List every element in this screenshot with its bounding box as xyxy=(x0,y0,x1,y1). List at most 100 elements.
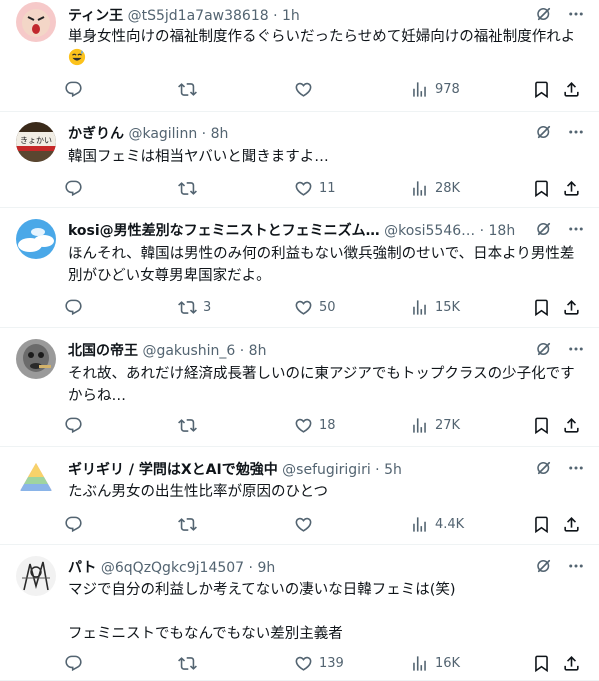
bookmark-button[interactable] xyxy=(532,414,551,436)
bookmark-icon xyxy=(532,416,551,435)
tweet-card[interactable]: ギリギリ / 学問はXとAIで勉強中 @sefugirigiri · 5h たぶん… xyxy=(0,447,599,545)
bookmark-icon xyxy=(532,298,551,317)
retweet-button[interactable] xyxy=(178,78,203,100)
tweet-card[interactable]: kosi@男性差別なフェミニストとフェミニズム… @kosi5546… · 18… xyxy=(0,208,599,328)
reply-button[interactable] xyxy=(64,177,89,199)
more-icon[interactable] xyxy=(567,5,585,27)
tweet-card[interactable]: パト @6qQzQgkc9j14507 · 9h マジで自分の利益しか考えてないの… xyxy=(0,545,599,681)
views-button[interactable]: 978 xyxy=(410,78,460,100)
more-icon[interactable] xyxy=(567,459,585,481)
like-button[interactable] xyxy=(294,513,319,535)
grok-icon[interactable] xyxy=(535,5,553,27)
views-icon xyxy=(410,515,429,534)
display-name[interactable]: パト xyxy=(68,560,96,576)
reply-button[interactable] xyxy=(64,414,89,436)
grok-icon[interactable] xyxy=(535,220,553,242)
avatar[interactable] xyxy=(16,2,56,42)
tweet-text: ほんそれ、韓国は男性のみ何の利益もない徴兵強制のせいで、日本より男性差別がひどい… xyxy=(68,246,575,284)
retweet-button[interactable]: 3 xyxy=(178,296,211,318)
avatar[interactable]: きょかい xyxy=(16,122,56,162)
avatar[interactable] xyxy=(16,219,56,259)
more-icon[interactable] xyxy=(567,557,585,579)
tweet-card[interactable]: ティン王 @tS5jd1a7aw38618 · 1h 単身女性向けの福祉制度作るぐ… xyxy=(0,0,599,112)
views-button[interactable]: 15K xyxy=(410,296,460,318)
tweet-card[interactable]: 北国の帝王 @gakushin_6 · 8h それ故、あれだけ経済成長著しいのに東… xyxy=(0,328,599,447)
tweet-text-container: ほんそれ、韓国は男性のみ何の利益もない徴兵強制のせいで、日本より男性差別がひどい… xyxy=(68,243,581,287)
bookmark-button[interactable] xyxy=(532,652,551,674)
share-button[interactable] xyxy=(562,652,581,674)
display-name[interactable]: kosi@男性差別なフェミニストとフェミニズム… xyxy=(68,223,380,239)
tweet-actions: 11 28K xyxy=(60,177,590,199)
tweet-card[interactable]: きょかい かぎりん @kagilinn · 8h 韓国フェミは相当ヤバいと聞きますよ… xyxy=(0,112,599,208)
timestamp[interactable]: 8h xyxy=(211,126,229,142)
share-icon xyxy=(562,298,581,317)
retweet-button[interactable] xyxy=(178,177,203,199)
display-name[interactable]: ティン王 xyxy=(68,8,123,24)
grok-icon[interactable] xyxy=(535,557,553,579)
tweet-text: マジで自分の利益しか考えてないの凄いな日韓フェミは(笑) フェミニストでもなんで… xyxy=(68,582,456,642)
more-icon[interactable] xyxy=(567,123,585,145)
more-icon[interactable] xyxy=(567,220,585,242)
reply-button[interactable] xyxy=(64,513,89,535)
separator-dot: · xyxy=(475,223,489,239)
user-handle[interactable]: @kagilinn xyxy=(128,126,197,142)
timestamp[interactable]: 1h xyxy=(282,8,300,24)
like-button[interactable] xyxy=(294,78,319,100)
bookmark-button[interactable] xyxy=(532,177,551,199)
retweet-button[interactable] xyxy=(178,652,203,674)
display-name[interactable]: かぎりん xyxy=(68,126,124,142)
share-button[interactable] xyxy=(562,513,581,535)
user-handle[interactable]: @tS5jd1a7aw38618 xyxy=(128,8,269,24)
like-count: 50 xyxy=(319,299,336,315)
views-button[interactable]: 16K xyxy=(410,652,460,674)
share-button[interactable] xyxy=(562,296,581,318)
reply-button[interactable] xyxy=(64,652,89,674)
grok-icon[interactable] xyxy=(535,123,553,145)
bookmark-button[interactable] xyxy=(532,78,551,100)
separator-dot: · xyxy=(268,8,283,24)
timestamp[interactable]: 18h xyxy=(489,223,516,239)
tweet-top-actions xyxy=(535,221,585,241)
like-button[interactable]: 50 xyxy=(294,296,336,318)
like-icon xyxy=(294,298,313,317)
share-button[interactable] xyxy=(562,78,581,100)
like-button[interactable]: 11 xyxy=(294,177,336,199)
avatar[interactable] xyxy=(16,339,56,379)
bookmark-button[interactable] xyxy=(532,513,551,535)
timestamp[interactable]: 8h xyxy=(249,343,267,359)
retweet-icon xyxy=(178,80,197,99)
timestamp[interactable]: 5h xyxy=(384,462,402,478)
views-button[interactable]: 4.4K xyxy=(410,513,464,535)
like-count: 18 xyxy=(319,417,336,433)
share-button[interactable] xyxy=(562,177,581,199)
retweet-button[interactable] xyxy=(178,414,203,436)
views-button[interactable]: 28K xyxy=(410,177,460,199)
user-handle[interactable]: @kosi5546… xyxy=(384,223,475,239)
retweet-button[interactable] xyxy=(178,513,203,535)
user-handle[interactable]: @gakushin_6 xyxy=(142,343,235,359)
tweet-actions: 18 27K xyxy=(60,414,590,436)
retweet-icon xyxy=(178,515,197,534)
avatar[interactable] xyxy=(16,556,56,596)
like-button[interactable]: 18 xyxy=(294,414,336,436)
grok-icon[interactable] xyxy=(535,459,553,481)
grok-icon[interactable] xyxy=(535,340,553,362)
share-button[interactable] xyxy=(562,414,581,436)
timestamp[interactable]: 9h xyxy=(257,560,275,576)
views-icon xyxy=(410,298,429,317)
reply-button[interactable] xyxy=(64,78,89,100)
display-name[interactable]: ギリギリ / 学問はXとAIで勉強中 xyxy=(68,462,278,478)
views-button[interactable]: 27K xyxy=(410,414,460,436)
bookmark-button[interactable] xyxy=(532,296,551,318)
display-name[interactable]: 北国の帝王 xyxy=(68,343,138,359)
reply-button[interactable] xyxy=(64,296,89,318)
like-button[interactable]: 139 xyxy=(294,652,344,674)
share-icon xyxy=(562,179,581,198)
separator-dot: · xyxy=(197,126,211,142)
avatar[interactable] xyxy=(16,458,56,498)
like-icon xyxy=(294,80,313,99)
user-handle[interactable]: @sefugirigiri xyxy=(282,462,371,478)
tweet-header: ギリギリ / 学問はXとAIで勉強中 @sefugirigiri · 5h xyxy=(68,460,543,480)
more-icon[interactable] xyxy=(567,340,585,362)
user-handle[interactable]: @6qQzQgkc9j14507 xyxy=(101,560,244,576)
